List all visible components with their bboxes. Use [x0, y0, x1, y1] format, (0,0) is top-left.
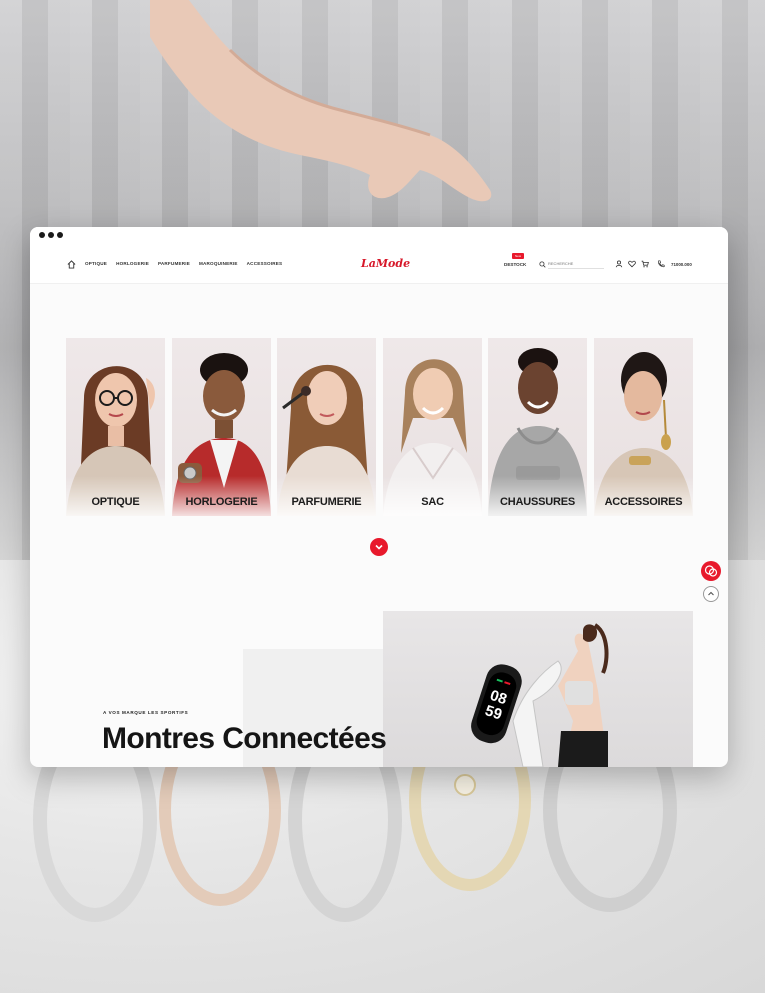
category-grid: OPTIQUE HORLOGERIE PARFUMERIE SAC CHAUSS… [66, 338, 693, 518]
category-label: PARFUMERIE [291, 496, 362, 508]
user-icon[interactable] [615, 260, 623, 268]
back-to-top-button[interactable] [703, 586, 719, 602]
category-card-sac[interactable]: SAC [383, 338, 482, 516]
rings-image [33, 740, 677, 922]
search-input[interactable] [548, 259, 604, 269]
category-card-chaussures[interactable]: CHAUSSURES [488, 338, 587, 516]
window-dot-icon[interactable] [57, 232, 63, 238]
category-card-parfumerie[interactable]: PARFUMERIE [277, 338, 376, 516]
browser-window: OPTIQUE HORLOGERIE PARFUMERIE MAROQUINER… [30, 227, 728, 767]
phone-icon[interactable] [657, 260, 665, 268]
category-label: SAC [421, 496, 444, 508]
category-label: HORLOGERIE [185, 496, 258, 508]
window-titlebar [30, 227, 728, 245]
site-logo[interactable]: LaMode [361, 257, 410, 270]
new-badge: New [512, 253, 525, 259]
promo-image[interactable]: 08 59 [383, 611, 693, 767]
search-icon[interactable] [539, 261, 546, 268]
category-label: OPTIQUE [91, 496, 140, 508]
promo-title: Montres Connectées [102, 722, 387, 755]
nav-item-accessoires[interactable]: ACCESSOIRES [247, 261, 283, 266]
window-dot-icon[interactable] [48, 232, 54, 238]
nav-item-optique[interactable]: OPTIQUE [85, 261, 107, 266]
window-dot-icon[interactable] [39, 232, 45, 238]
heart-icon[interactable] [628, 260, 636, 268]
main-nav: OPTIQUE HORLOGERIE PARFUMERIE MAROQUINER… [85, 261, 282, 266]
phone-number[interactable]: 71000.000 [671, 262, 692, 267]
chevron-down-icon [375, 544, 383, 550]
hand-image [150, 0, 492, 202]
home-icon[interactable] [67, 260, 76, 269]
nav-item-parfumerie[interactable]: PARFUMERIE [158, 261, 190, 266]
promo-eyebrow: A VOS MARQUE LES SPORTIFS [103, 710, 189, 715]
category-card-horlogerie[interactable]: HORLOGERIE [172, 338, 271, 516]
category-label: CHAUSSURES [499, 496, 575, 508]
scroll-down-button[interactable] [370, 538, 388, 556]
site-header: OPTIQUE HORLOGERIE PARFUMERIE MAROQUINER… [30, 245, 728, 284]
category-card-optique[interactable]: OPTIQUE [66, 338, 165, 516]
chat-button[interactable] [701, 561, 721, 581]
chat-icon [704, 565, 718, 577]
chevron-up-icon [708, 591, 714, 596]
nav-item-maroquinerie[interactable]: MAROQUINERIE [199, 261, 238, 266]
cart-icon[interactable] [641, 260, 649, 268]
destock-link[interactable]: DESTOCK [504, 262, 526, 267]
category-card-accessoires[interactable]: ACCESSOIRES [594, 338, 693, 516]
smartwatch-photo: 08 59 [471, 623, 609, 767]
nav-item-horlogerie[interactable]: HORLOGERIE [116, 261, 149, 266]
category-label: ACCESSOIRES [604, 496, 683, 508]
